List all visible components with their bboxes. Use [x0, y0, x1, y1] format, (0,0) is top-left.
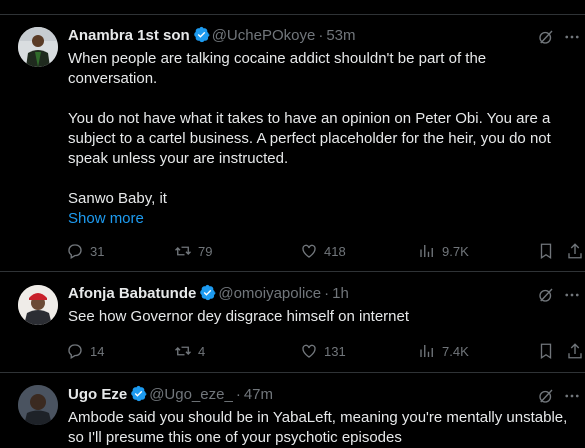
like-button[interactable]: 418 [300, 241, 346, 261]
tweet-text: When people are talking cocaine addict s… [68, 49, 577, 229]
reply-button[interactable]: 14 [66, 341, 104, 361]
timestamp[interactable]: 47m [244, 386, 273, 403]
share-icon [568, 343, 582, 359]
tweet-paragraph: Sanwo Baby, it [68, 190, 167, 207]
reply-icon [68, 344, 82, 359]
tweet-actions: 31 79 418 9.7K [66, 241, 585, 261]
tweet-paragraph: Ambode said you should be in YabaLeft, m… [68, 409, 568, 446]
grok-icon[interactable] [537, 286, 555, 304]
author-handle[interactable]: @Ugo_eze_ [149, 386, 233, 403]
more-icon[interactable] [563, 28, 581, 46]
author-name[interactable]: Ugo Eze [68, 386, 127, 403]
repost-button[interactable]: 4 [174, 341, 205, 361]
avatar[interactable] [18, 385, 58, 425]
verified-badge-icon[interactable] [199, 284, 216, 301]
tweet-paragraph: See how Governor dey disgrace himself on… [68, 308, 410, 325]
repost-count: 4 [198, 343, 206, 359]
reply-count: 14 [90, 343, 105, 359]
like-button[interactable]: 131 [300, 341, 346, 361]
bookmark-icon [540, 243, 552, 260]
tweet-actions: 14 4 131 7.4K [66, 341, 585, 361]
separator: · [235, 386, 241, 403]
views-icon [420, 245, 433, 257]
timestamp[interactable]: 53m [326, 27, 355, 44]
author-name[interactable]: Anambra 1st son [68, 27, 190, 44]
separator: · [324, 285, 330, 302]
tweet-paragraph: You do not have what it takes to have an… [68, 110, 551, 167]
repost-button[interactable]: 79 [174, 241, 212, 261]
reply-count: 31 [90, 243, 105, 259]
verified-badge-icon[interactable] [130, 385, 147, 402]
repost-icon [175, 246, 191, 256]
author-name[interactable]: Afonja Babatunde [68, 285, 196, 302]
like-count: 418 [324, 243, 346, 259]
bookmark-button[interactable] [537, 341, 555, 361]
reply-button[interactable]: 31 [66, 241, 104, 261]
tweet-header: Afonja Babatunde @omoiyapolice · 1h [68, 284, 535, 304]
more-icon[interactable] [563, 286, 581, 304]
tweet-header: Anambra 1st son @UchePOkoye · 53m [68, 26, 535, 46]
verified-badge-icon[interactable] [193, 26, 210, 43]
share-icon [568, 243, 582, 259]
avatar[interactable] [18, 27, 58, 67]
tweet-paragraph: When people are talking cocaine addict s… [68, 50, 487, 87]
author-handle[interactable]: @UchePOkoye [212, 27, 316, 44]
view-count: 9.7K [442, 243, 469, 259]
avatar-image [18, 27, 58, 67]
repost-count: 79 [198, 243, 213, 259]
show-more-link[interactable]: Show more [68, 209, 144, 229]
views-button[interactable]: 7.4K [418, 341, 469, 361]
tweet-text: See how Governor dey disgrace himself on… [68, 307, 577, 327]
grok-icon[interactable] [537, 28, 555, 46]
timestamp[interactable]: 1h [332, 285, 349, 302]
author-handle[interactable]: @omoiyapolice [218, 285, 321, 302]
tweet[interactable]: Ugo Eze @Ugo_eze_ · 47m Ambode said you sho… [0, 373, 585, 448]
like-count: 131 [324, 343, 346, 359]
bookmark-button[interactable] [537, 241, 555, 261]
tweet[interactable]: Anambra 1st son @UchePOkoye · 53m When peop… [0, 15, 585, 272]
like-icon [302, 344, 316, 358]
view-count: 7.4K [442, 343, 469, 359]
reply-icon [68, 244, 82, 259]
views-button[interactable]: 9.7K [418, 241, 469, 261]
tweet[interactable]: Afonja Babatunde @omoiyapolice · 1h See how… [0, 272, 585, 373]
bookmark-icon [540, 343, 552, 360]
share-button[interactable] [566, 241, 584, 261]
more-icon[interactable] [563, 387, 581, 405]
avatar-image [18, 285, 58, 325]
repost-icon [175, 346, 191, 356]
like-icon [302, 244, 316, 258]
grok-icon[interactable] [537, 387, 555, 405]
avatar[interactable] [18, 285, 58, 325]
tweet-header: Ugo Eze @Ugo_eze_ · 47m [68, 385, 535, 405]
avatar-image [18, 385, 58, 425]
separator: · [318, 27, 324, 44]
tweet-text: Ambode said you should be in YabaLeft, m… [68, 408, 577, 448]
share-button[interactable] [566, 341, 584, 361]
views-icon [420, 345, 433, 357]
